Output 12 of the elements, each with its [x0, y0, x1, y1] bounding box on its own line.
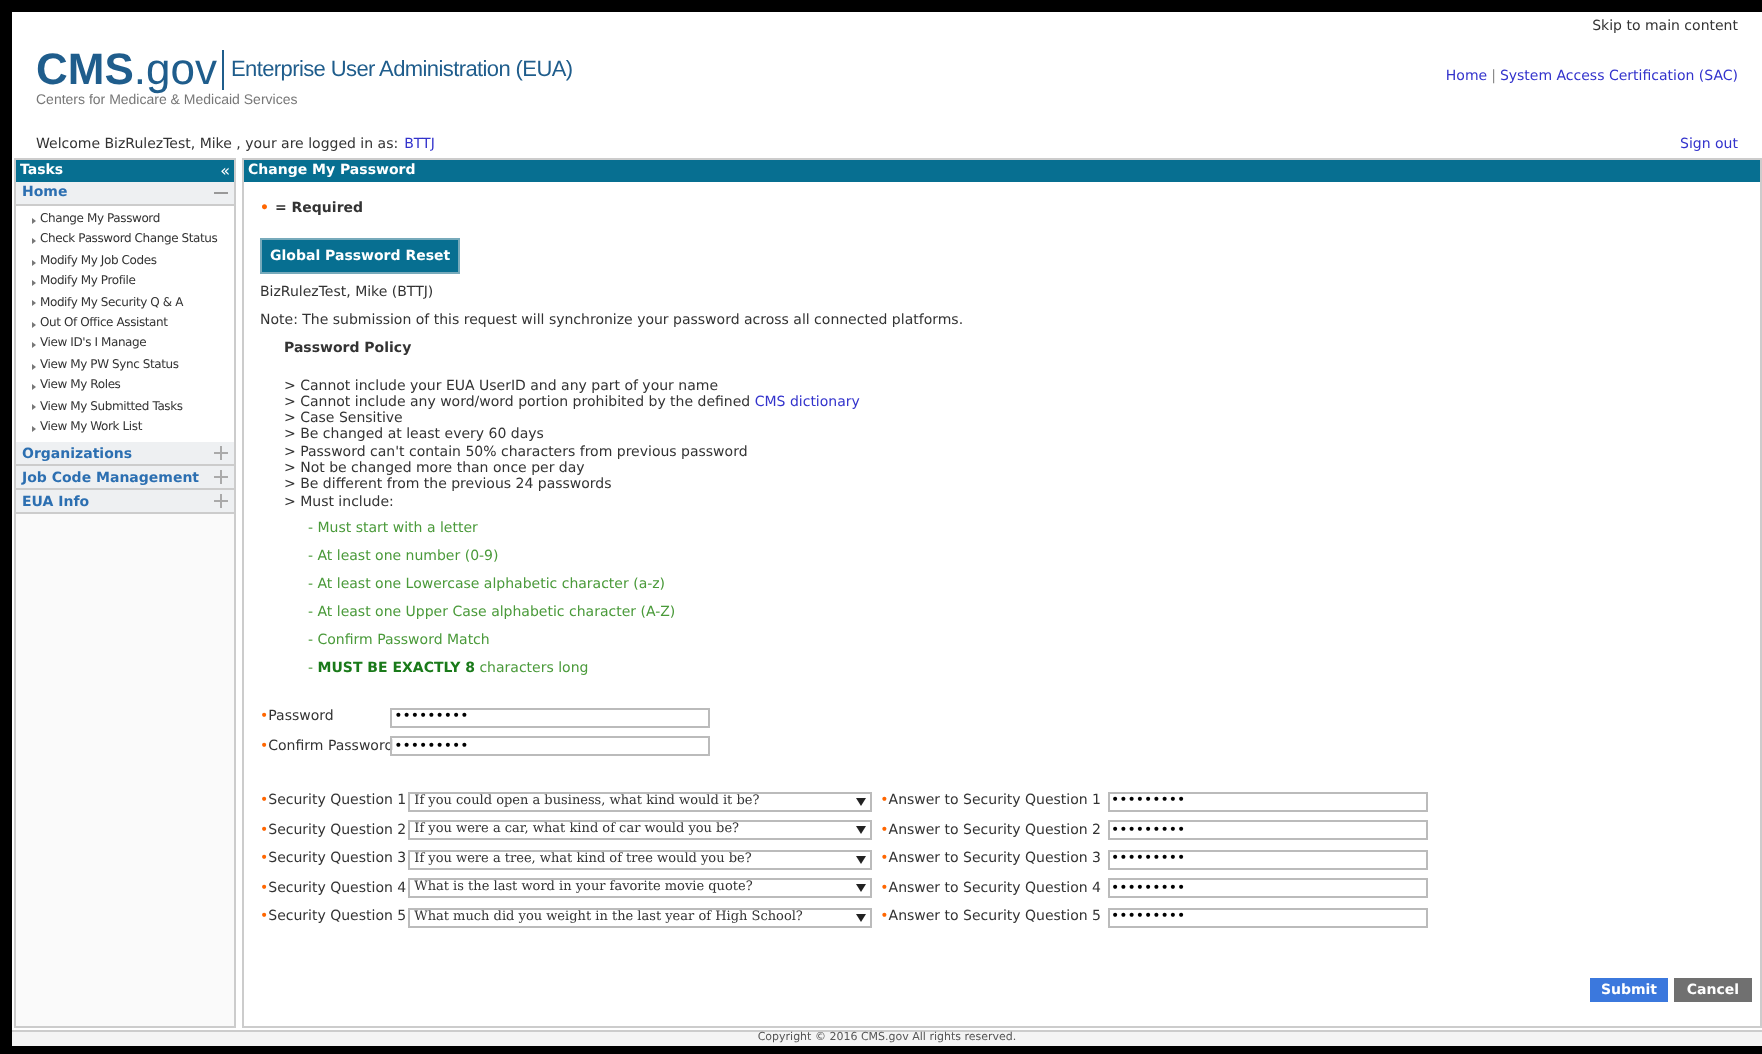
dropdown-caret-icon [856, 884, 867, 893]
collapse-sidebar-button[interactable]: « [220, 163, 230, 179]
expand-icon[interactable] [214, 446, 228, 461]
expand-icon[interactable] [214, 494, 228, 509]
dropdown-caret-icon [856, 913, 867, 922]
dropdown-caret-icon [856, 855, 867, 864]
expand-icon[interactable] [214, 470, 228, 485]
dropdown-caret-icon [856, 797, 867, 806]
app-title: Enterprise User Administration (EUA) [222, 50, 573, 90]
collapse-icon[interactable] [214, 186, 228, 200]
logo[interactable]: CMS.gov [36, 48, 217, 92]
dropdown-caret-icon [856, 826, 867, 835]
